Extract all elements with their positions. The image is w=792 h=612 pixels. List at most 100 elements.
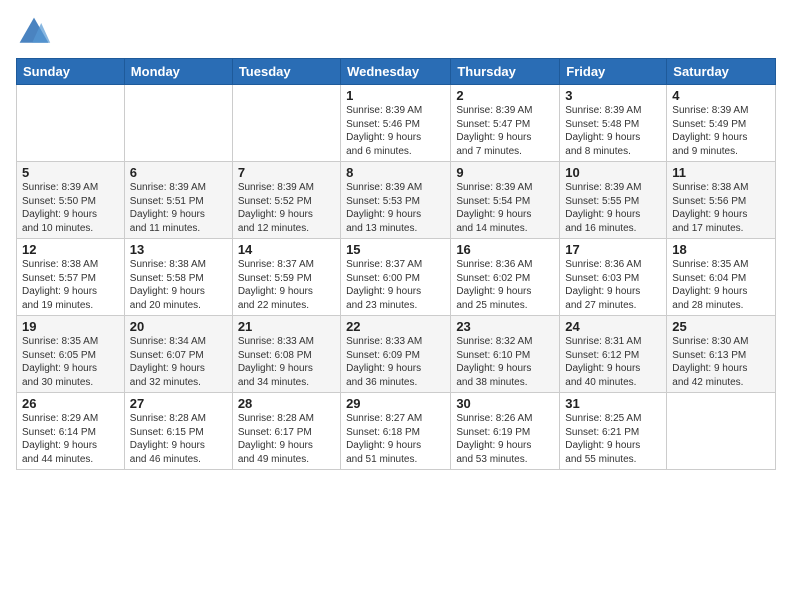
calendar-cell: 9Sunrise: 8:39 AM Sunset: 5:54 PM Daylig… xyxy=(451,162,560,239)
calendar-cell: 20Sunrise: 8:34 AM Sunset: 6:07 PM Dayli… xyxy=(124,316,232,393)
calendar-cell: 27Sunrise: 8:28 AM Sunset: 6:15 PM Dayli… xyxy=(124,393,232,470)
day-info: Sunrise: 8:39 AM Sunset: 5:55 PM Dayligh… xyxy=(565,181,661,235)
calendar-cell: 15Sunrise: 8:37 AM Sunset: 6:00 PM Dayli… xyxy=(341,239,451,316)
week-row-1: 1Sunrise: 8:39 AM Sunset: 5:46 PM Daylig… xyxy=(17,85,776,162)
weekday-header-wednesday: Wednesday xyxy=(341,59,451,85)
calendar-cell: 14Sunrise: 8:37 AM Sunset: 5:59 PM Dayli… xyxy=(232,239,340,316)
calendar-cell: 4Sunrise: 8:39 AM Sunset: 5:49 PM Daylig… xyxy=(667,85,776,162)
day-number: 26 xyxy=(22,396,119,411)
day-number: 20 xyxy=(130,319,227,334)
day-number: 3 xyxy=(565,88,661,103)
day-number: 19 xyxy=(22,319,119,334)
weekday-header-sunday: Sunday xyxy=(17,59,125,85)
calendar-cell: 8Sunrise: 8:39 AM Sunset: 5:53 PM Daylig… xyxy=(341,162,451,239)
day-number: 15 xyxy=(346,242,445,257)
day-number: 30 xyxy=(456,396,554,411)
logo-icon xyxy=(16,14,52,50)
day-number: 11 xyxy=(672,165,770,180)
day-number: 8 xyxy=(346,165,445,180)
logo xyxy=(16,14,56,50)
day-info: Sunrise: 8:39 AM Sunset: 5:53 PM Dayligh… xyxy=(346,181,445,235)
calendar-cell: 12Sunrise: 8:38 AM Sunset: 5:57 PM Dayli… xyxy=(17,239,125,316)
weekday-header-saturday: Saturday xyxy=(667,59,776,85)
calendar-cell xyxy=(232,85,340,162)
day-info: Sunrise: 8:39 AM Sunset: 5:49 PM Dayligh… xyxy=(672,104,770,158)
calendar-cell: 6Sunrise: 8:39 AM Sunset: 5:51 PM Daylig… xyxy=(124,162,232,239)
day-info: Sunrise: 8:37 AM Sunset: 5:59 PM Dayligh… xyxy=(238,258,335,312)
calendar-cell: 22Sunrise: 8:33 AM Sunset: 6:09 PM Dayli… xyxy=(341,316,451,393)
day-info: Sunrise: 8:39 AM Sunset: 5:52 PM Dayligh… xyxy=(238,181,335,235)
day-number: 18 xyxy=(672,242,770,257)
calendar-cell xyxy=(667,393,776,470)
day-info: Sunrise: 8:36 AM Sunset: 6:02 PM Dayligh… xyxy=(456,258,554,312)
weekday-header-tuesday: Tuesday xyxy=(232,59,340,85)
day-info: Sunrise: 8:39 AM Sunset: 5:51 PM Dayligh… xyxy=(130,181,227,235)
calendar-cell: 29Sunrise: 8:27 AM Sunset: 6:18 PM Dayli… xyxy=(341,393,451,470)
day-info: Sunrise: 8:27 AM Sunset: 6:18 PM Dayligh… xyxy=(346,412,445,466)
calendar-cell: 7Sunrise: 8:39 AM Sunset: 5:52 PM Daylig… xyxy=(232,162,340,239)
calendar-cell: 21Sunrise: 8:33 AM Sunset: 6:08 PM Dayli… xyxy=(232,316,340,393)
day-number: 17 xyxy=(565,242,661,257)
day-info: Sunrise: 8:32 AM Sunset: 6:10 PM Dayligh… xyxy=(456,335,554,389)
day-info: Sunrise: 8:39 AM Sunset: 5:48 PM Dayligh… xyxy=(565,104,661,158)
calendar-cell xyxy=(17,85,125,162)
calendar-cell xyxy=(124,85,232,162)
calendar-cell: 2Sunrise: 8:39 AM Sunset: 5:47 PM Daylig… xyxy=(451,85,560,162)
day-number: 4 xyxy=(672,88,770,103)
day-info: Sunrise: 8:38 AM Sunset: 5:56 PM Dayligh… xyxy=(672,181,770,235)
day-number: 25 xyxy=(672,319,770,334)
calendar-cell: 5Sunrise: 8:39 AM Sunset: 5:50 PM Daylig… xyxy=(17,162,125,239)
day-number: 2 xyxy=(456,88,554,103)
calendar-cell: 11Sunrise: 8:38 AM Sunset: 5:56 PM Dayli… xyxy=(667,162,776,239)
calendar-cell: 25Sunrise: 8:30 AM Sunset: 6:13 PM Dayli… xyxy=(667,316,776,393)
day-info: Sunrise: 8:25 AM Sunset: 6:21 PM Dayligh… xyxy=(565,412,661,466)
day-info: Sunrise: 8:36 AM Sunset: 6:03 PM Dayligh… xyxy=(565,258,661,312)
calendar-cell: 26Sunrise: 8:29 AM Sunset: 6:14 PM Dayli… xyxy=(17,393,125,470)
day-number: 10 xyxy=(565,165,661,180)
day-number: 28 xyxy=(238,396,335,411)
day-info: Sunrise: 8:34 AM Sunset: 6:07 PM Dayligh… xyxy=(130,335,227,389)
day-info: Sunrise: 8:33 AM Sunset: 6:08 PM Dayligh… xyxy=(238,335,335,389)
day-info: Sunrise: 8:39 AM Sunset: 5:46 PM Dayligh… xyxy=(346,104,445,158)
week-row-3: 12Sunrise: 8:38 AM Sunset: 5:57 PM Dayli… xyxy=(17,239,776,316)
day-info: Sunrise: 8:39 AM Sunset: 5:54 PM Dayligh… xyxy=(456,181,554,235)
day-number: 14 xyxy=(238,242,335,257)
day-info: Sunrise: 8:31 AM Sunset: 6:12 PM Dayligh… xyxy=(565,335,661,389)
weekday-header-row: SundayMondayTuesdayWednesdayThursdayFrid… xyxy=(17,59,776,85)
calendar-cell: 28Sunrise: 8:28 AM Sunset: 6:17 PM Dayli… xyxy=(232,393,340,470)
day-number: 31 xyxy=(565,396,661,411)
day-info: Sunrise: 8:33 AM Sunset: 6:09 PM Dayligh… xyxy=(346,335,445,389)
day-info: Sunrise: 8:35 AM Sunset: 6:05 PM Dayligh… xyxy=(22,335,119,389)
day-number: 9 xyxy=(456,165,554,180)
calendar-cell: 18Sunrise: 8:35 AM Sunset: 6:04 PM Dayli… xyxy=(667,239,776,316)
day-info: Sunrise: 8:39 AM Sunset: 5:50 PM Dayligh… xyxy=(22,181,119,235)
day-number: 22 xyxy=(346,319,445,334)
weekday-header-friday: Friday xyxy=(560,59,667,85)
day-info: Sunrise: 8:35 AM Sunset: 6:04 PM Dayligh… xyxy=(672,258,770,312)
day-number: 6 xyxy=(130,165,227,180)
day-number: 12 xyxy=(22,242,119,257)
calendar-cell: 3Sunrise: 8:39 AM Sunset: 5:48 PM Daylig… xyxy=(560,85,667,162)
day-number: 23 xyxy=(456,319,554,334)
day-number: 29 xyxy=(346,396,445,411)
day-info: Sunrise: 8:38 AM Sunset: 5:58 PM Dayligh… xyxy=(130,258,227,312)
day-number: 27 xyxy=(130,396,227,411)
page: SundayMondayTuesdayWednesdayThursdayFrid… xyxy=(0,0,792,480)
weekday-header-thursday: Thursday xyxy=(451,59,560,85)
calendar-cell: 13Sunrise: 8:38 AM Sunset: 5:58 PM Dayli… xyxy=(124,239,232,316)
calendar-cell: 24Sunrise: 8:31 AM Sunset: 6:12 PM Dayli… xyxy=(560,316,667,393)
week-row-5: 26Sunrise: 8:29 AM Sunset: 6:14 PM Dayli… xyxy=(17,393,776,470)
day-number: 16 xyxy=(456,242,554,257)
header xyxy=(16,10,776,50)
week-row-2: 5Sunrise: 8:39 AM Sunset: 5:50 PM Daylig… xyxy=(17,162,776,239)
day-info: Sunrise: 8:37 AM Sunset: 6:00 PM Dayligh… xyxy=(346,258,445,312)
day-number: 1 xyxy=(346,88,445,103)
day-number: 24 xyxy=(565,319,661,334)
day-info: Sunrise: 8:29 AM Sunset: 6:14 PM Dayligh… xyxy=(22,412,119,466)
weekday-header-monday: Monday xyxy=(124,59,232,85)
day-info: Sunrise: 8:28 AM Sunset: 6:17 PM Dayligh… xyxy=(238,412,335,466)
calendar-cell: 16Sunrise: 8:36 AM Sunset: 6:02 PM Dayli… xyxy=(451,239,560,316)
calendar-cell: 17Sunrise: 8:36 AM Sunset: 6:03 PM Dayli… xyxy=(560,239,667,316)
calendar-cell: 1Sunrise: 8:39 AM Sunset: 5:46 PM Daylig… xyxy=(341,85,451,162)
day-info: Sunrise: 8:30 AM Sunset: 6:13 PM Dayligh… xyxy=(672,335,770,389)
